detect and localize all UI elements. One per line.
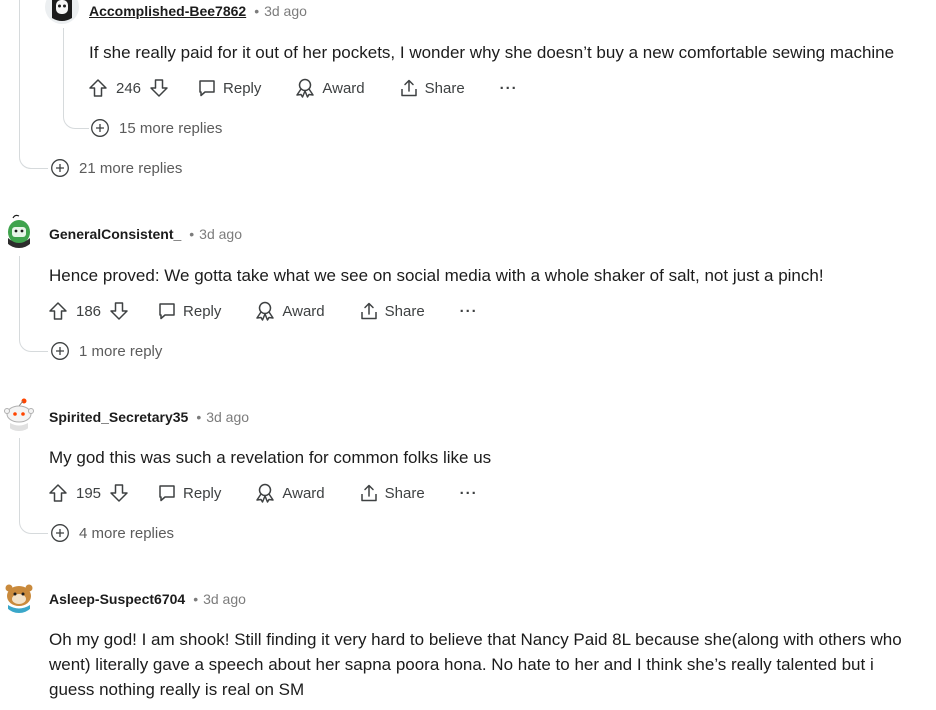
comment-body-line: Oh my god! I am shook! Still finding it … <box>49 630 902 649</box>
downvote-button[interactable] <box>109 483 129 503</box>
timestamp[interactable]: 3d ago <box>264 3 307 19</box>
reply-button[interactable]: Reply <box>197 78 261 98</box>
ellipsis-icon[interactable]: ··· <box>460 303 478 320</box>
upvote-button[interactable] <box>48 483 68 503</box>
username[interactable]: GeneralConsistent_ <box>49 226 181 242</box>
share-label: Share <box>424 79 465 97</box>
separator-dot: • <box>189 226 195 242</box>
comment-body-line: went) literally gave a speech about her … <box>49 655 874 674</box>
award-button[interactable]: Award <box>294 78 365 98</box>
thread-elbow-comment3-more <box>19 505 48 534</box>
plus-circle-icon <box>91 119 109 137</box>
ellipsis-icon[interactable]: ··· <box>500 80 518 97</box>
vote-count: 186 <box>76 302 102 320</box>
separator-dot: • <box>196 409 202 425</box>
thread-elbow-parent <box>19 100 48 169</box>
upvote-button[interactable] <box>88 78 108 98</box>
award-ribbon-icon <box>256 301 275 321</box>
upvote-arrow-icon <box>49 302 67 320</box>
avatar-image <box>2 397 36 431</box>
speech-bubble-icon <box>159 303 175 320</box>
plus-circle-icon <box>51 342 69 360</box>
more-replies-button[interactable]: 21 more replies <box>50 158 182 178</box>
downvote-arrow-icon <box>150 79 168 97</box>
speech-bubble-icon <box>199 80 215 97</box>
avatar[interactable] <box>2 397 36 431</box>
downvote-arrow-icon <box>110 302 128 320</box>
comment-meta: Asleep-Suspect6704 • 3d ago <box>49 591 246 607</box>
speech-bubble-icon <box>159 485 175 502</box>
downvote-button[interactable] <box>109 301 129 321</box>
more-replies-button[interactable]: 4 more replies <box>50 523 174 543</box>
award-label: Award <box>282 302 325 320</box>
upvote-arrow-icon <box>49 484 67 502</box>
comment-body: My god this was such a revelation for co… <box>49 448 492 467</box>
share-upload-icon <box>360 302 377 320</box>
more-replies-button[interactable]: 15 more replies <box>90 118 222 138</box>
comment-body-line: guess nothing really is real on SM <box>49 680 305 699</box>
vote-count: 195 <box>76 484 102 502</box>
separator-dot: • <box>254 3 260 19</box>
share-upload-icon <box>360 484 377 502</box>
plus-circle-icon <box>51 524 69 542</box>
vote-count: 246 <box>116 79 142 97</box>
award-button[interactable]: Award <box>254 301 325 321</box>
timestamp[interactable]: 3d ago <box>199 226 242 242</box>
comment-actions: 186 Reply Award Share ··· <box>48 299 478 323</box>
avatar[interactable] <box>45 0 79 24</box>
thread-elbow-comment2-more <box>19 322 48 352</box>
username[interactable]: Spirited_Secretary35 <box>49 409 188 425</box>
award-label: Award <box>282 484 325 502</box>
timestamp[interactable]: 3d ago <box>203 591 246 607</box>
share-label: Share <box>384 484 425 502</box>
reply-label: Reply <box>183 302 222 320</box>
comment-actions: 195 Reply Award Share ··· <box>48 481 478 505</box>
comment-body: If she really paid for it out of her poc… <box>89 43 895 62</box>
share-button[interactable]: Share <box>359 483 425 503</box>
downvote-arrow-icon <box>110 484 128 502</box>
avatar[interactable] <box>2 579 36 613</box>
award-ribbon-icon <box>256 483 275 503</box>
more-replies-label: 4 more replies <box>79 524 175 542</box>
more-replies-label: 15 more replies <box>119 119 223 137</box>
comment-meta: Accomplished-Bee7862 • 3d ago <box>89 3 307 19</box>
thread-elbow-comment1-more <box>63 100 89 129</box>
avatar-image <box>2 214 36 248</box>
ellipsis-icon[interactable]: ··· <box>460 485 478 502</box>
avatar-image <box>2 579 36 613</box>
downvote-button[interactable] <box>149 78 169 98</box>
share-label: Share <box>384 302 425 320</box>
comment-meta: Spirited_Secretary35 • 3d ago <box>49 409 249 425</box>
reply-label: Reply <box>183 484 222 502</box>
username[interactable]: Accomplished-Bee7862 <box>89 3 246 19</box>
comment-actions: 246 Reply Award Share ··· <box>88 76 518 100</box>
reply-label: Reply <box>223 79 262 97</box>
award-label: Award <box>322 79 365 97</box>
share-upload-icon <box>400 79 417 97</box>
avatar[interactable] <box>2 214 36 248</box>
comment-meta: GeneralConsistent_ • 3d ago <box>49 226 242 242</box>
share-button[interactable]: Share <box>399 78 465 98</box>
reply-button[interactable]: Reply <box>157 483 221 503</box>
share-button[interactable]: Share <box>359 301 425 321</box>
comment-body: Hence proved: We gotta take what we see … <box>49 266 824 285</box>
reply-button[interactable]: Reply <box>157 301 221 321</box>
username[interactable]: Asleep-Suspect6704 <box>49 591 185 607</box>
upvote-arrow-icon <box>89 79 107 97</box>
comment-body: Oh my god! I am shook! Still finding it … <box>49 627 902 702</box>
separator-dot: • <box>193 591 199 607</box>
more-replies-label: 1 more reply <box>79 342 163 360</box>
more-replies-label: 21 more replies <box>79 159 183 177</box>
award-ribbon-icon <box>296 78 315 98</box>
award-button[interactable]: Award <box>254 483 325 503</box>
upvote-button[interactable] <box>48 301 68 321</box>
plus-circle-icon <box>51 159 69 177</box>
timestamp[interactable]: 3d ago <box>206 409 249 425</box>
avatar-image <box>45 0 79 24</box>
more-replies-button[interactable]: 1 more reply <box>50 341 162 361</box>
